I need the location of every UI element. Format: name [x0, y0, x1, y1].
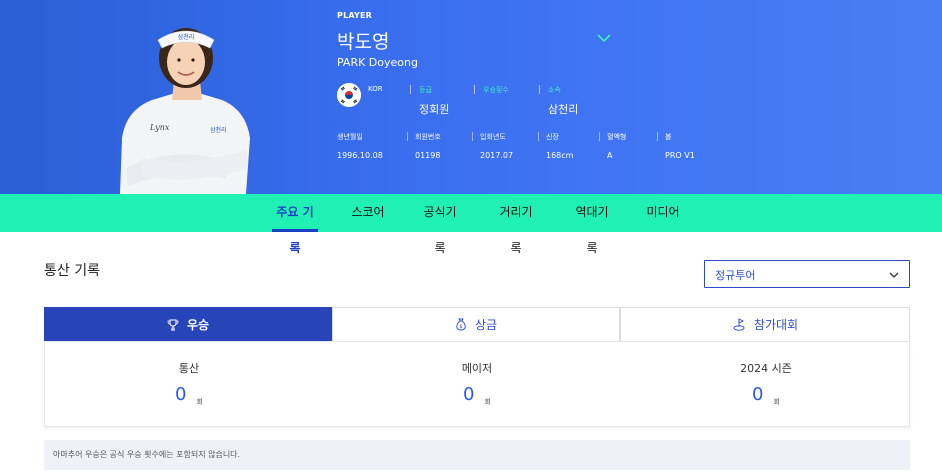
- section-title: 통산 기록: [44, 263, 100, 279]
- notice-box: 아마추어 우승은 공식 우승 횟수에는 포함되지 않습니다.: [44, 440, 910, 470]
- record-unit: 회: [196, 398, 203, 406]
- golf-flag-icon: [733, 318, 745, 331]
- record-season: 2024 시즌 0회: [621, 342, 911, 428]
- record-label: 통산: [178, 362, 200, 375]
- stat-label: 입회년도: [480, 133, 506, 141]
- record-count: 0: [463, 384, 475, 405]
- stat-value: A: [607, 151, 613, 160]
- tab-official-records[interactable]: 공식기록: [418, 194, 462, 255]
- stat-blood-type: 혈액형 A: [599, 132, 627, 160]
- player-name-korean: 박도영: [337, 31, 390, 53]
- tab-distance-records[interactable]: 거리기록: [494, 194, 538, 255]
- info-wins: 우승횟수: [474, 85, 509, 101]
- svg-text:Lynx: Lynx: [149, 123, 170, 132]
- record-summary-card: 통산 0회 메이저 0회 2024 시즌 0회: [44, 341, 910, 427]
- info-grade: 등급 정회원: [410, 85, 449, 117]
- record-label: 메이저: [461, 362, 493, 375]
- player-hero: 삼천리 Lynx 삼천리 PLAYER 박도영 PARK Doyeong KOR…: [0, 0, 942, 194]
- stat-label: 신장: [546, 133, 559, 141]
- trophy-icon: [167, 319, 179, 330]
- record-value: 0회: [621, 384, 911, 407]
- record-label: 2024 시즌: [740, 362, 792, 375]
- svg-text:$: $: [459, 324, 462, 330]
- tab-main-records[interactable]: 주요 기록: [272, 194, 318, 255]
- info-team: 소속 삼천리: [539, 85, 578, 117]
- player-profile-stats: 생년월일 1996.10.08 회원번호 01198 입회년도 2017.07 …: [337, 132, 717, 164]
- player-photo: 삼천리 Lynx 삼천리: [120, 28, 250, 194]
- stat-tab-wins[interactable]: 우승: [44, 307, 332, 342]
- player-name-english: PARK Doyeong: [337, 56, 418, 69]
- stat-birthdate: 생년월일 1996.10.08: [337, 132, 383, 160]
- stat-tab-prize-money[interactable]: $ 상금: [332, 307, 620, 342]
- info-team-label: 소속: [548, 86, 561, 94]
- stat-label: 볼: [665, 133, 672, 141]
- notice-text: 아마추어 우승은 공식 우승 횟수에는 포함되지 않습니다.: [53, 450, 241, 459]
- stat-tab-label: 상금: [474, 318, 498, 332]
- record-major: 메이저 0회: [333, 342, 621, 428]
- stat-join-year: 입회년도 2017.07: [472, 132, 514, 160]
- record-count: 0: [175, 384, 187, 405]
- info-grade-label: 등급: [419, 86, 432, 94]
- stat-value: PRO V1: [665, 151, 695, 160]
- svg-text:삼천리: 삼천리: [210, 126, 227, 134]
- tab-media[interactable]: 미디어: [646, 194, 680, 232]
- record-tab-bar: 주요 기록 스코어 공식기록 거리기록 역대기록 미디어: [0, 194, 942, 255]
- stat-value: 1996.10.08: [337, 151, 383, 160]
- stat-label: 생년월일: [337, 133, 363, 141]
- stat-label: 혈액형: [607, 133, 627, 141]
- info-wins-label: 우승횟수: [483, 86, 509, 94]
- stat-tab-label: 참가대회: [753, 318, 799, 332]
- player-select-chevron-down-icon[interactable]: [596, 32, 612, 44]
- stat-tab-label: 우승: [186, 318, 210, 332]
- stat-tabs: 우승 $ 상금 참가대회: [44, 307, 910, 342]
- record-total: 통산 0회: [45, 342, 333, 428]
- info-team-value: 삼천리: [548, 103, 579, 116]
- stat-value: 2017.07: [480, 151, 514, 160]
- player-tag: PLAYER: [337, 11, 373, 20]
- korea-flag-icon: [337, 83, 361, 107]
- nation-code: KOR: [368, 85, 383, 93]
- svg-text:삼천리: 삼천리: [178, 33, 195, 41]
- record-unit: 회: [484, 398, 491, 406]
- tab-score[interactable]: 스코어: [351, 194, 385, 232]
- record-count: 0: [752, 384, 764, 405]
- chevron-down-icon: [889, 272, 899, 278]
- record-unit: 회: [773, 398, 780, 406]
- stat-value: 168cm: [546, 151, 574, 160]
- stat-height: 신장 168cm: [538, 132, 574, 160]
- record-value: 0회: [45, 384, 333, 407]
- tour-select-value: 정규투어: [715, 269, 756, 282]
- stat-member-number: 회원번호 01198: [407, 132, 441, 160]
- stat-ball: 볼 PRO V1: [657, 132, 695, 160]
- tour-select[interactable]: 정규투어: [704, 260, 910, 288]
- stat-label: 회원번호: [415, 133, 441, 141]
- info-grade-value: 정회원: [419, 103, 450, 116]
- stat-value: 01198: [415, 151, 441, 160]
- record-value: 0회: [333, 384, 621, 407]
- tab-all-time-records[interactable]: 역대기록: [570, 194, 614, 255]
- money-bag-icon: $: [456, 318, 466, 331]
- stat-tab-tournaments[interactable]: 참가대회: [620, 307, 910, 342]
